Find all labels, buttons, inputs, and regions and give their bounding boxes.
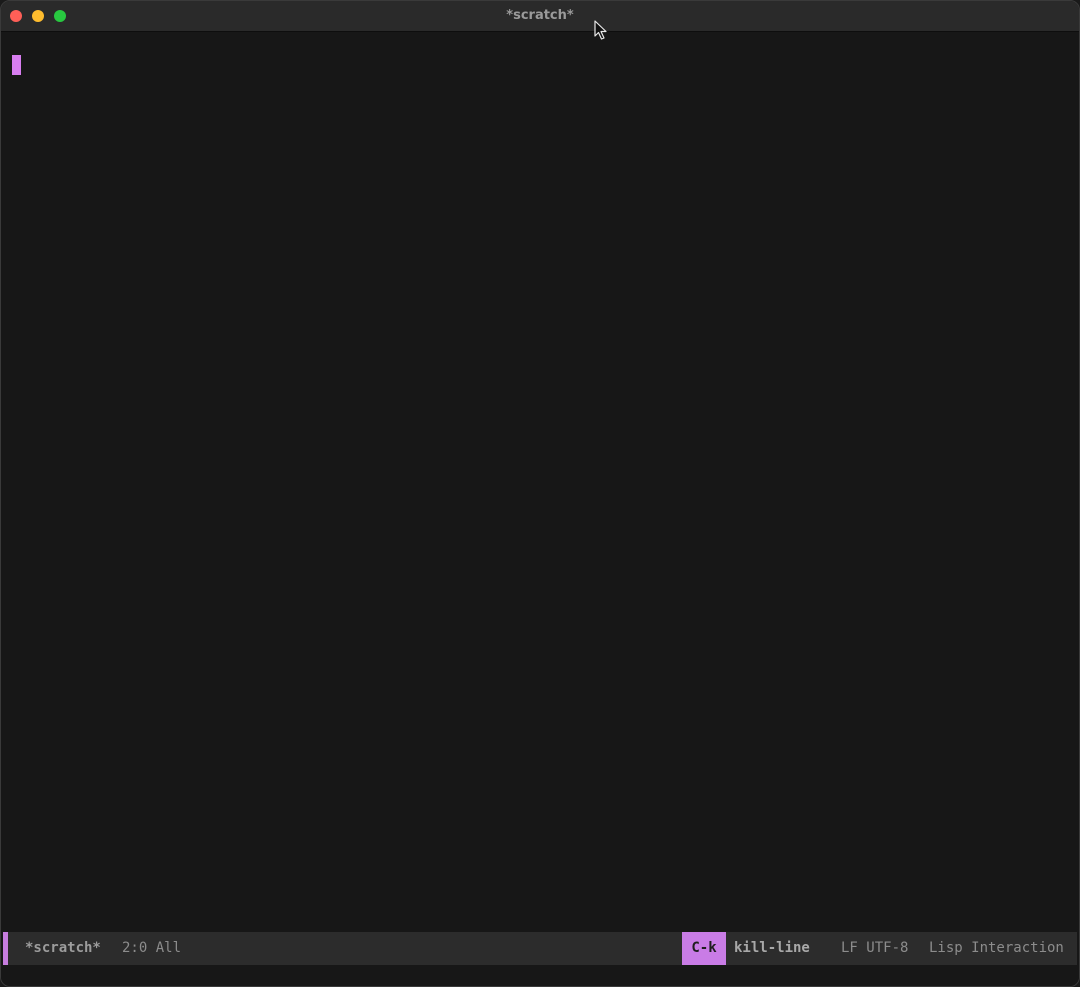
cursor-position: 2:0 All (122, 940, 182, 956)
mode-line: *scratch* 2:0 All C-k kill-line LF UTF-8… (3, 932, 1077, 965)
title-bar[interactable]: *scratch* (1, 1, 1079, 32)
mouse-pointer-icon (594, 20, 607, 40)
editor-buffer[interactable] (1, 32, 1079, 930)
window-title: *scratch* (506, 8, 574, 23)
text-cursor (12, 55, 21, 75)
command-name: kill-line (734, 940, 810, 956)
mode-line-indicator (3, 932, 8, 965)
buffer-name[interactable]: *scratch* (25, 932, 101, 965)
major-mode[interactable]: Lisp Interaction (929, 932, 1064, 965)
encoding-indicator[interactable]: LF UTF-8 (841, 932, 908, 965)
echo-area[interactable] (1, 965, 1079, 986)
keystroke-badge: C-k (682, 932, 726, 965)
emacs-window: *scratch* *scratch* 2:0 All C-k kill-lin… (0, 0, 1080, 987)
